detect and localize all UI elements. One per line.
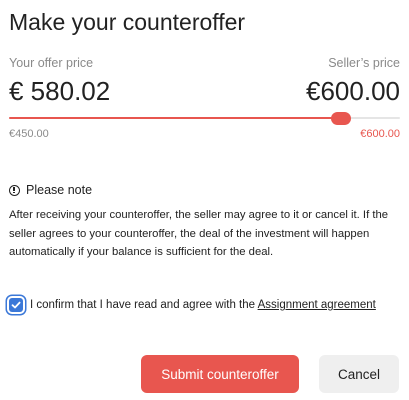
submit-counteroffer-button[interactable]: Submit counteroffer bbox=[141, 355, 299, 393]
slider-min-label: €450.00 bbox=[9, 128, 49, 140]
confirm-row: I confirm that I have read and agree wit… bbox=[9, 297, 401, 314]
seller-price-value: €600.00 bbox=[306, 76, 400, 106]
note-text: After receiving your counteroffer, the s… bbox=[9, 209, 389, 258]
confirm-checkbox[interactable] bbox=[9, 298, 23, 312]
confirm-text: I confirm that I have read and agree wit… bbox=[30, 299, 258, 311]
note-heading-text: Please note bbox=[26, 183, 93, 197]
assignment-agreement-link[interactable]: Assignment agreement bbox=[258, 299, 376, 311]
seller-price-label: Seller’s price bbox=[328, 56, 400, 70]
dialog-title: Make your counteroffer bbox=[9, 9, 246, 35]
info-icon bbox=[9, 184, 20, 196]
slider-thumb[interactable] bbox=[330, 112, 351, 125]
slider-fill bbox=[9, 117, 341, 119]
slider-max-label: €600.00 bbox=[360, 128, 400, 140]
note-heading: Please note bbox=[9, 183, 92, 197]
checkmark-icon bbox=[11, 301, 21, 309]
price-slider[interactable] bbox=[9, 110, 400, 128]
cancel-button[interactable]: Cancel bbox=[319, 355, 399, 393]
offer-price-value[interactable]: € 580.02 bbox=[9, 76, 110, 107]
offer-price-label: Your offer price bbox=[9, 56, 94, 70]
confirm-label: I confirm that I have read and agree wit… bbox=[30, 297, 376, 314]
counteroffer-dialog: Make your counteroffer Your offer price … bbox=[0, 0, 409, 400]
